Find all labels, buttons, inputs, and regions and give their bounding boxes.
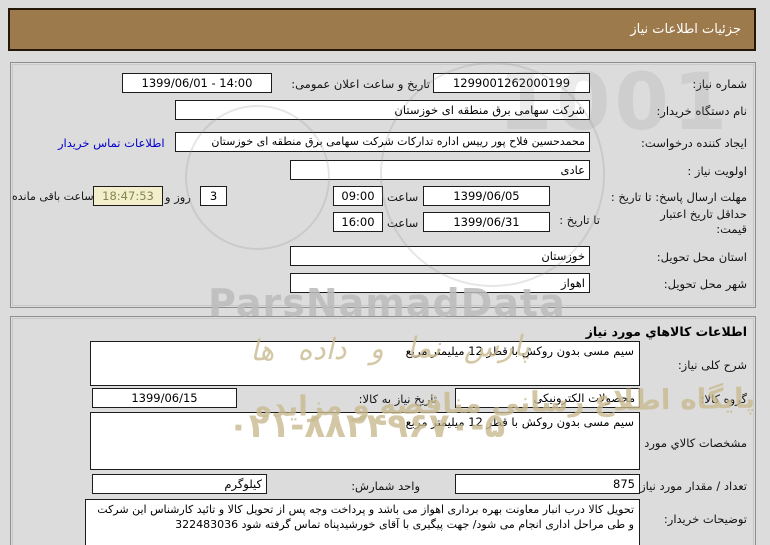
price-validity-time-field[interactable]: 16:00: [333, 212, 383, 232]
buyer-notes-textarea[interactable]: تحویل کالا درب انبار معاونت بهره برداری …: [85, 499, 640, 545]
priority-label: اولویت نیاز :: [687, 164, 747, 178]
page-title-bar: جزئیات اطلاعات نیاز: [8, 8, 756, 51]
need-number-field[interactable]: 1299001262000199: [433, 73, 590, 93]
price-validity-label: حداقل تاریخ اعتبار قیمت:: [660, 207, 747, 237]
need-details-page: جزئیات اطلاعات نیاز شماره نیاز: 12990012…: [0, 0, 770, 545]
goods-group-label: گروه کالا:: [700, 392, 747, 406]
quantity-field[interactable]: 875: [455, 474, 640, 494]
hours-remaining-label: ساعت باقی مانده: [12, 190, 94, 203]
need-date-label: تاریخ نیاز به کالا:: [358, 392, 437, 406]
price-validity-hour-label: ساعت: [387, 216, 419, 230]
buyer-org-label: نام دستگاه خریدار:: [656, 104, 747, 118]
goods-group-field[interactable]: محصولات الکترونیکی: [455, 388, 640, 408]
days-and-label: روز و: [165, 190, 191, 204]
need-date-field[interactable]: 1399/06/15: [92, 388, 237, 408]
countdown-field: 18:47:53: [93, 186, 163, 206]
buyer-org-field[interactable]: شرکت سهامی برق منطقه ای خوزستان: [175, 100, 590, 120]
need-number-label: شماره نیاز:: [692, 77, 747, 91]
remaining-days-field[interactable]: 3: [200, 186, 227, 206]
delivery-province-field[interactable]: خوزستان: [290, 246, 590, 266]
request-creator-label: ایجاد کننده درخواست:: [641, 136, 747, 150]
buyer-contact-link[interactable]: اطلاعات تماس خریدار: [58, 136, 165, 150]
delivery-city-field[interactable]: اهواز: [290, 273, 590, 293]
priority-field[interactable]: عادی: [290, 160, 590, 180]
announce-datetime-field[interactable]: 1399/06/01 - 14:00: [122, 73, 272, 93]
price-validity-label-line2: قیمت:: [716, 222, 747, 236]
buyer-notes-label: توضیحات خریدار:: [663, 512, 747, 526]
price-validity-until-label: تا تاریخ :: [559, 213, 600, 227]
reply-deadline-hour-label: ساعت: [387, 190, 419, 204]
page-title: جزئیات اطلاعات نیاز: [630, 22, 741, 37]
reply-deadline-label: مهلت ارسال پاسخ: تا تاریخ :: [610, 190, 747, 204]
general-desc-label: شرح کلی نیاز:: [677, 358, 747, 372]
unit-label: واحد شمارش:: [351, 479, 420, 493]
announce-datetime-label: تاریخ و ساعت اعلان عمومی:: [291, 77, 430, 91]
request-creator-field[interactable]: محمدحسین فلاح پور رییس اداره تدارکات شرک…: [175, 132, 590, 152]
specs-textarea[interactable]: سیم مسی بدون روکش با قطر 12 میلیمتر مربع: [90, 412, 640, 470]
goods-section-title: اطلاعات کالاهاي مورد نیاز: [585, 324, 747, 339]
delivery-province-label: استان محل تحویل:: [656, 250, 747, 264]
need-info-groupbox: [10, 62, 756, 308]
reply-deadline-time-field[interactable]: 09:00: [333, 186, 383, 206]
delivery-city-label: شهر محل تحویل:: [663, 277, 747, 291]
price-validity-date-field[interactable]: 1399/06/31: [423, 212, 550, 232]
quantity-label: تعداد / مقدار مورد نیاز:: [636, 479, 747, 493]
general-desc-textarea[interactable]: سیم مسی بدون روکش با قطر 12 میلیمتر مربع: [90, 341, 640, 386]
price-validity-label-line1: حداقل تاریخ اعتبار: [660, 207, 747, 221]
unit-field[interactable]: کیلوگرم: [92, 474, 267, 494]
reply-deadline-date-field[interactable]: 1399/06/05: [423, 186, 550, 206]
